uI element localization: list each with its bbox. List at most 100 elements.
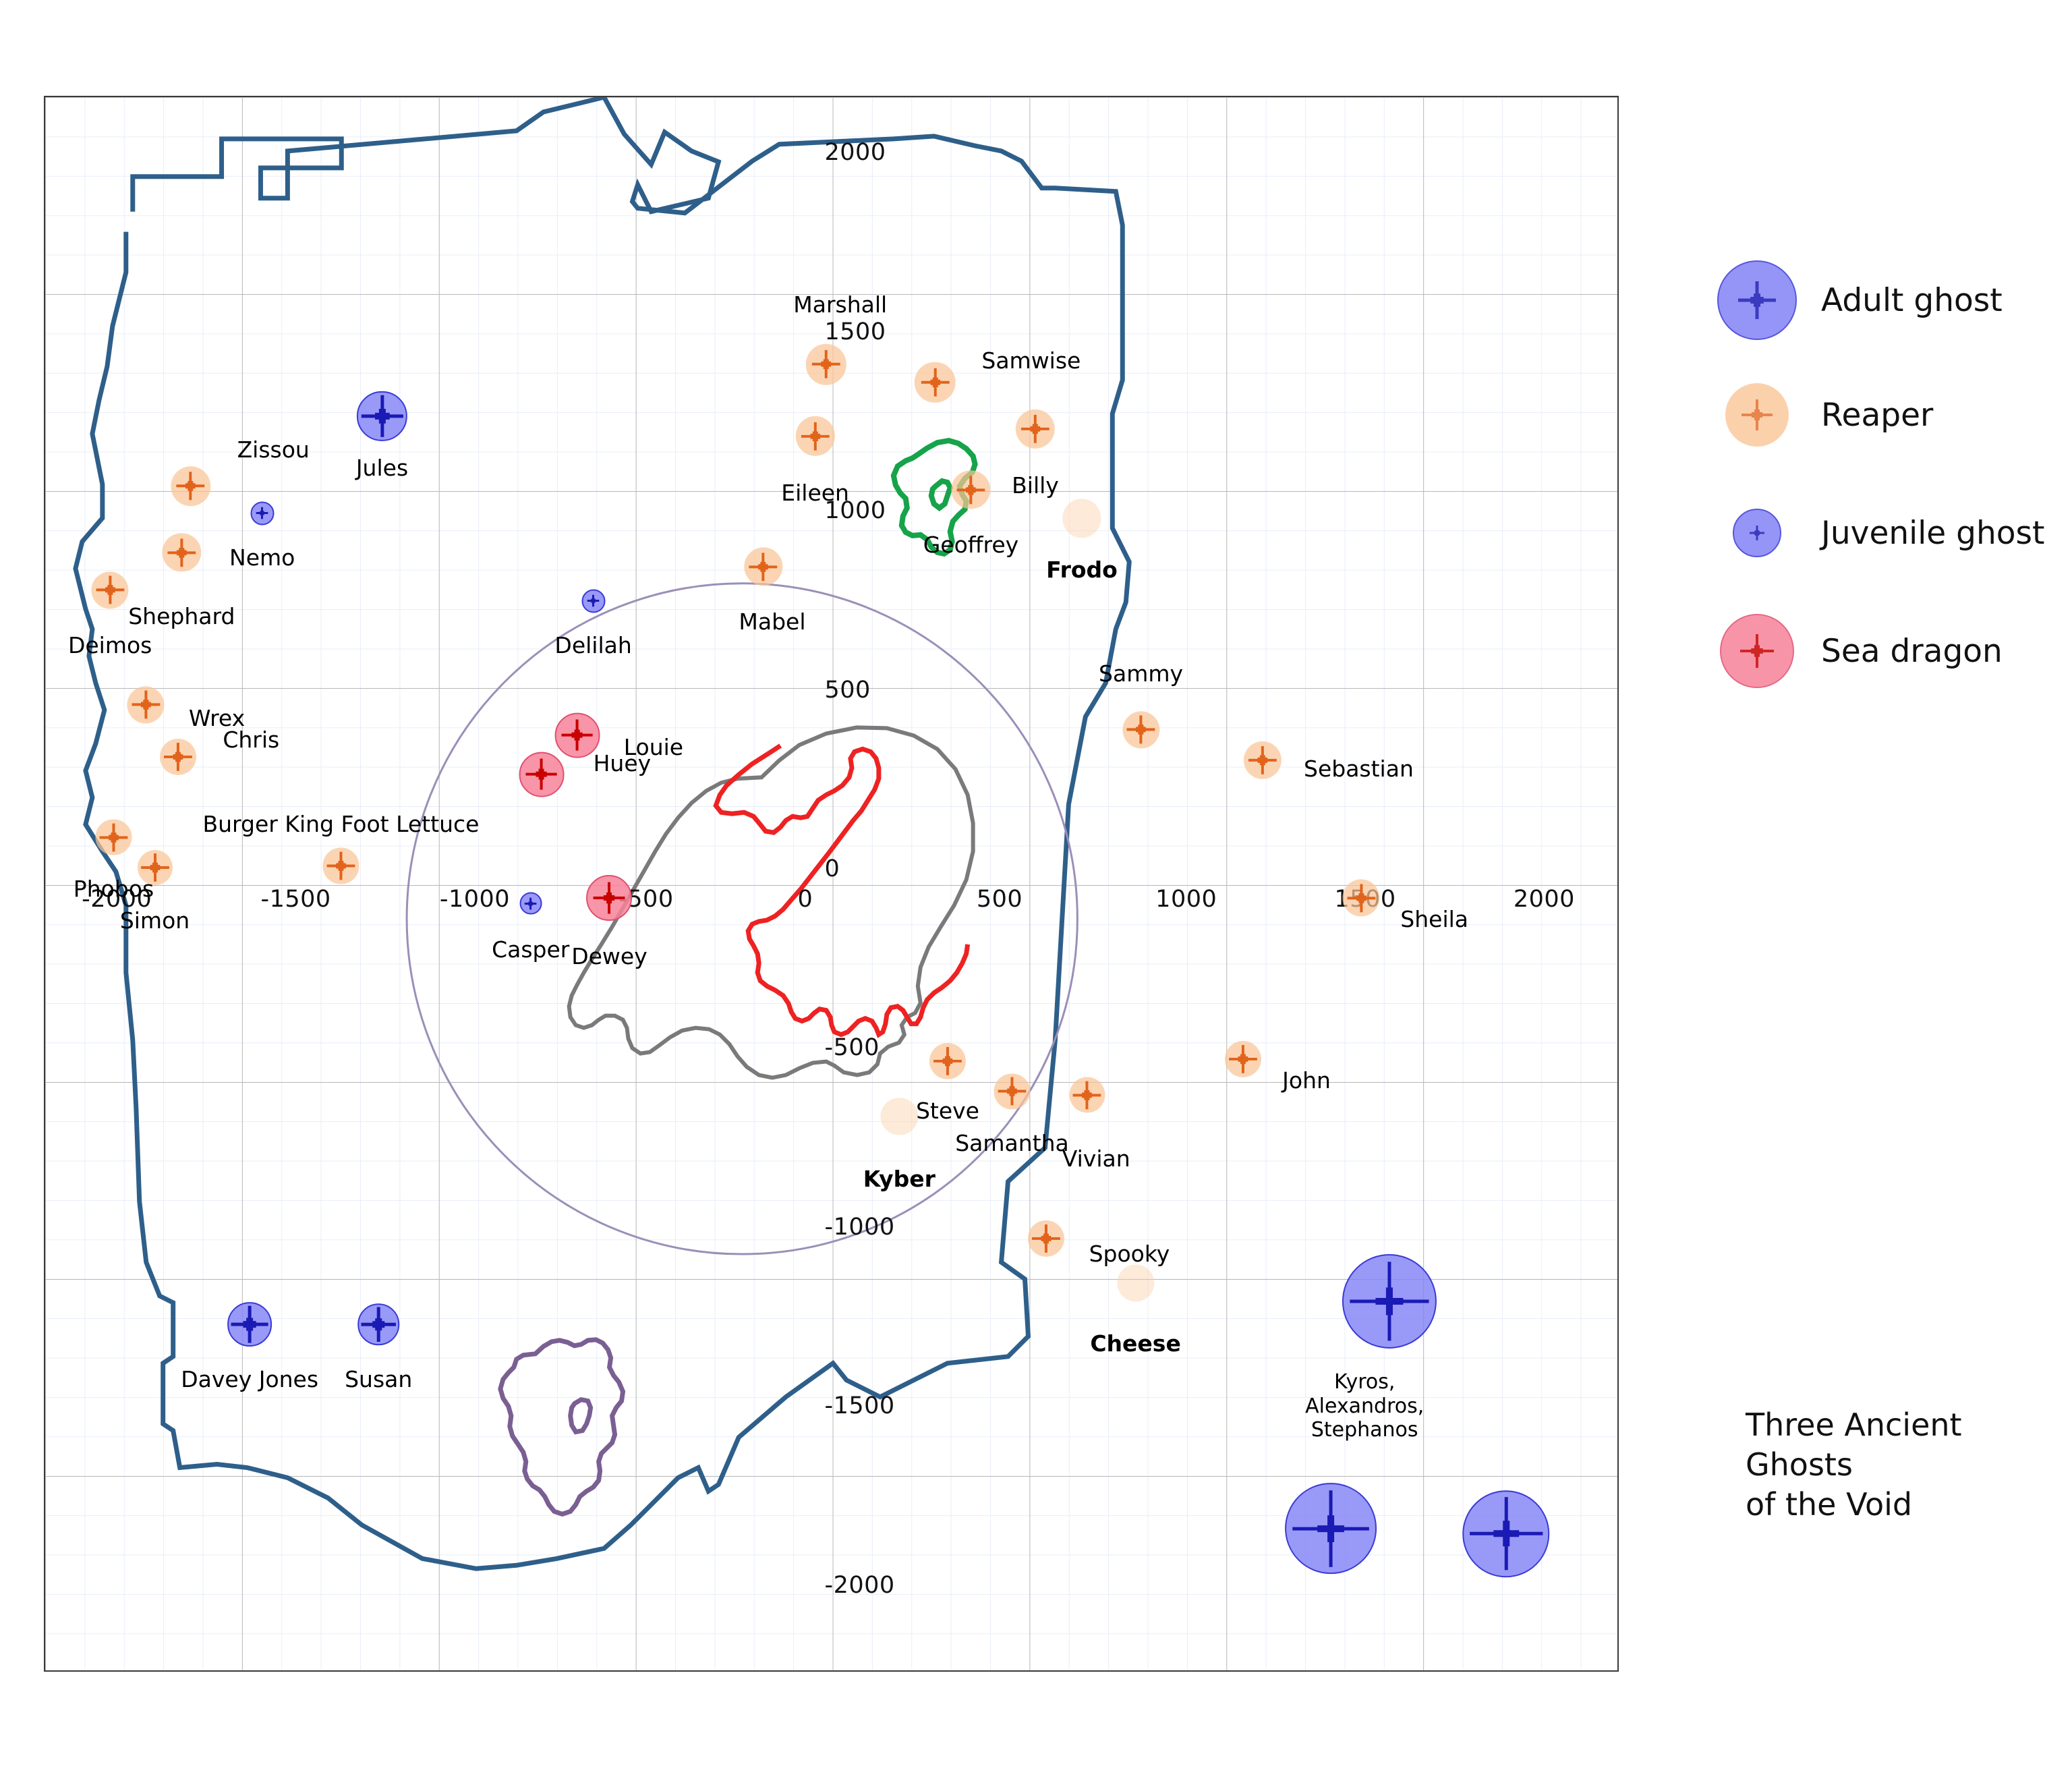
marker-label: Nemo: [229, 544, 295, 571]
center-cross-icon: [561, 719, 593, 751]
x-tick-label: 0: [797, 886, 813, 913]
marker-label: Marshall: [793, 291, 888, 318]
x-tick-label: 2000: [1513, 886, 1575, 913]
center-cross-icon: [749, 553, 778, 582]
marker-wrex[interactable]: [127, 685, 165, 724]
center-cross-icon: [164, 742, 192, 771]
center-cross-icon: [1347, 884, 1375, 913]
center-cross-icon: [1021, 414, 1049, 443]
marker-nemo[interactable]: [250, 501, 275, 526]
center-cross-icon: [132, 690, 161, 719]
x-tick-label: -1000: [439, 886, 511, 913]
center-cross-icon: [96, 575, 125, 604]
center-cross-icon: [998, 1077, 1027, 1106]
marker-kyber[interactable]: [880, 1098, 918, 1135]
marker-casper[interactable]: [519, 892, 542, 915]
center-cross-icon: [587, 594, 600, 607]
marker-eileen[interactable]: [795, 416, 835, 456]
legend-label: Adult ghost: [1821, 281, 2003, 319]
marker-dewey[interactable]: [586, 875, 633, 922]
marker-billy[interactable]: [1015, 409, 1056, 449]
marker-delilah[interactable]: [581, 589, 606, 613]
void-annotation: Three Ancient Ghosts of the Void: [1746, 1407, 1962, 1523]
marker-sammy[interactable]: [1122, 711, 1160, 749]
marker-chris[interactable]: [159, 738, 197, 775]
legend-item-reaper[interactable]: Reaper: [1713, 371, 1933, 459]
marker-label: Simon: [119, 907, 190, 934]
legend-item-adult[interactable]: Adult ghost: [1713, 256, 2003, 344]
marker-label: Jules: [355, 454, 409, 481]
center-cross-icon: [361, 1307, 396, 1342]
legend-swatch-juv: [1733, 509, 1781, 557]
legend-item-juv[interactable]: Juvenile ghost: [1713, 489, 2044, 577]
marker-sheila[interactable]: [1342, 879, 1380, 917]
legend-swatch-adult: [1717, 260, 1797, 340]
marker-label: Mabel: [739, 609, 806, 635]
center-cross-icon: [801, 422, 830, 451]
center-cross-icon: [593, 882, 625, 914]
x-tick-label: 1000: [1155, 886, 1217, 913]
marker-geoffrey[interactable]: [951, 470, 991, 509]
marker-susan[interactable]: [357, 1303, 399, 1345]
marker-label: Samantha: [955, 1129, 1069, 1156]
marker-samantha[interactable]: [994, 1073, 1031, 1110]
legend-swatch-dragon: [1720, 614, 1794, 688]
marker-burger-king-foot-lettuce[interactable]: [322, 847, 359, 884]
legend-label: Reaper: [1821, 396, 1934, 434]
center-cross-icon: [524, 897, 537, 909]
marker-label: Huey: [593, 749, 652, 776]
marker-shephard[interactable]: [162, 533, 201, 572]
legend-item-dragon[interactable]: Sea dragon: [1713, 607, 2003, 695]
marker-adult-5[interactable]: [1462, 1490, 1550, 1578]
center-cross-icon: [1750, 526, 1764, 540]
marker-label: Sammy: [1099, 660, 1184, 687]
center-cross-icon: [1350, 1261, 1429, 1341]
center-cross-icon: [1740, 634, 1774, 668]
marker-sebastian[interactable]: [1243, 741, 1282, 779]
center-cross-icon: [231, 1305, 268, 1343]
marker-john[interactable]: [1224, 1041, 1261, 1078]
marker-label: Susan: [345, 1365, 413, 1392]
marker-mabel[interactable]: [744, 547, 783, 586]
marker-jules[interactable]: [357, 391, 407, 442]
marker-adult-4[interactable]: [1284, 1482, 1377, 1575]
x-tick-label: -1500: [260, 886, 331, 913]
marker-vivian[interactable]: [1069, 1077, 1105, 1113]
marker-spooky[interactable]: [1027, 1220, 1064, 1257]
x-tick-label: 500: [976, 886, 1023, 913]
marker-label: John: [1282, 1067, 1331, 1094]
center-cross-icon: [140, 853, 169, 882]
center-cross-icon: [1126, 715, 1155, 744]
red-highlight-path: [713, 743, 971, 1038]
marker-steve[interactable]: [929, 1042, 967, 1079]
center-cross-icon: [361, 395, 403, 438]
center-cross-icon: [176, 472, 205, 501]
center-cross-icon: [933, 1046, 962, 1075]
center-cross-icon: [956, 476, 985, 504]
center-cross-icon: [1738, 281, 1776, 319]
marker-samwise[interactable]: [915, 362, 956, 403]
marker-label: Sheila: [1400, 905, 1469, 932]
marker-marshall[interactable]: [805, 343, 846, 385]
center-cross-icon: [99, 823, 128, 851]
marker-deimos[interactable]: [91, 571, 129, 609]
marker-simon[interactable]: [137, 850, 173, 886]
center-cross-icon: [811, 350, 840, 379]
marker-label: Shephard: [128, 603, 235, 630]
center-cross-icon: [1228, 1045, 1257, 1074]
marker-label: Steve: [915, 1097, 979, 1124]
center-cross-icon: [1032, 1224, 1060, 1253]
center-cross-icon: [326, 851, 355, 880]
purple-island-outline: [498, 1337, 626, 1517]
marker-zissou[interactable]: [170, 465, 211, 507]
marker-phobos[interactable]: [95, 819, 132, 855]
marker-cheese[interactable]: [1116, 1264, 1155, 1302]
marker-kyros-alexandros-stephanos[interactable]: [1342, 1253, 1437, 1349]
marker-label: Kyros, Alexandros, Stephanos: [1305, 1370, 1424, 1442]
marker-davey-jones[interactable]: [227, 1302, 272, 1347]
marker-label: Spooky: [1089, 1241, 1170, 1268]
marker-huey[interactable]: [519, 752, 565, 797]
marker-label: Cheese: [1090, 1330, 1181, 1357]
marker-label: Sebastian: [1304, 755, 1414, 782]
marker-label: Geoffrey: [923, 531, 1019, 558]
